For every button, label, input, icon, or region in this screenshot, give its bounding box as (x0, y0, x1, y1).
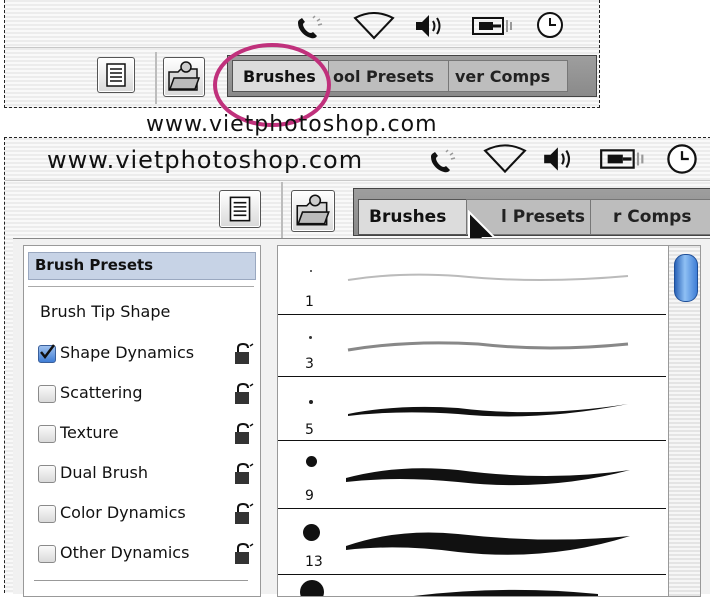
battery-icon[interactable] (599, 146, 651, 172)
checkbox-unchecked[interactable] (38, 505, 56, 523)
file-browser-button[interactable] (291, 190, 335, 232)
brush-size: 3 (305, 356, 314, 372)
checkbox-unchecked[interactable] (38, 385, 56, 403)
brush-tip-shape-item[interactable]: Brush Tip Shape (24, 298, 260, 328)
panel-divider (5, 180, 710, 181)
file-browser-button[interactable] (163, 57, 205, 97)
bottom-panel: www.vietphotoshop.com Brushes l Presets … (4, 137, 710, 597)
folder-icon (296, 194, 330, 226)
clock-icon[interactable] (535, 10, 565, 40)
option-other-dynamics[interactable]: Other Dynamics (24, 534, 260, 574)
option-label: Texture (60, 423, 119, 442)
brush-stroke-preview (346, 468, 630, 486)
brushes-content: Brush Presets Brush Tip Shape Shape Dyna… (13, 238, 710, 597)
tab-label: l Presets (501, 207, 586, 227)
checkbox-unchecked[interactable] (38, 425, 56, 443)
tab-label: r Comps (613, 207, 692, 227)
battery-icon[interactable] (471, 14, 519, 38)
brush-size: 13 (305, 554, 323, 570)
brush-stroke-preview (347, 273, 629, 281)
options-divider (34, 580, 248, 581)
volume-icon[interactable] (413, 12, 449, 40)
volume-icon[interactable] (541, 144, 579, 174)
watermark: www.vietphotoshop.com (146, 112, 438, 137)
scrollbar-thumb[interactable] (674, 254, 698, 302)
document-icon (229, 196, 251, 222)
lock-icon[interactable] (232, 462, 254, 486)
brush-stroke-preview (348, 404, 628, 417)
option-texture[interactable]: Texture (24, 414, 260, 454)
brush-row-partial[interactable] (278, 576, 666, 596)
brush-row-5[interactable]: 5 (278, 378, 666, 441)
option-label: Scattering (60, 383, 143, 402)
checkbox-unchecked[interactable] (38, 545, 56, 563)
checkbox-checked[interactable] (38, 344, 56, 363)
clock-icon[interactable] (665, 142, 699, 176)
option-dual-brush[interactable]: Dual Brush (24, 454, 260, 494)
brush-tip-dot (300, 580, 324, 596)
brush-presets-label: Brush Presets (35, 256, 154, 274)
vertical-divider (155, 52, 157, 104)
brush-tip-dot (309, 336, 312, 339)
option-scattering[interactable]: Scattering (24, 374, 260, 414)
palette-menu-button[interactable] (97, 57, 135, 93)
lock-icon[interactable] (232, 422, 254, 446)
panel-watermark: www.vietphotoshop.com (47, 146, 364, 174)
tab-bar: Brushes l Presets r Comps (353, 188, 710, 236)
option-label: Dual Brush (60, 463, 148, 482)
lock-icon[interactable] (232, 542, 254, 566)
vertical-divider (281, 182, 283, 238)
folder-icon (168, 61, 201, 91)
brush-tip-dot (306, 456, 317, 467)
brush-row-9[interactable]: 9 (278, 442, 666, 509)
brush-stroke-preview (346, 532, 630, 555)
brush-stroke-preview (347, 341, 629, 352)
brush-row-13[interactable]: 13 (278, 510, 666, 575)
brush-tip-dot (310, 270, 312, 272)
brush-size: 5 (305, 422, 314, 438)
vertical-scrollbar[interactable] (668, 246, 700, 596)
brush-tip-shape-label: Brush Tip Shape (40, 302, 171, 321)
tab-brushes[interactable]: Brushes (358, 199, 474, 235)
brush-preset-list: 1 3 5 9 13 (277, 245, 701, 597)
tab-layer-comps[interactable]: ver Comps (448, 60, 568, 92)
brush-presets-header[interactable]: Brush Presets (28, 252, 256, 280)
option-shape-dynamics[interactable]: Shape Dynamics (24, 334, 260, 374)
tab-tool-presets[interactable]: ool Presets (328, 60, 450, 92)
phone-icon[interactable] (425, 146, 461, 178)
palette-menu-button[interactable] (219, 190, 261, 228)
brush-options-list: Brush Presets Brush Tip Shape Shape Dyna… (23, 245, 261, 597)
option-color-dynamics[interactable]: Color Dynamics (24, 494, 260, 534)
document-icon (106, 63, 126, 87)
brush-row-3[interactable]: 3 (278, 316, 666, 377)
checkbox-unchecked[interactable] (38, 465, 56, 483)
lock-icon[interactable] (232, 342, 254, 366)
option-label: Color Dynamics (60, 503, 186, 522)
tab-label: ool Presets (333, 66, 435, 86)
tab-layer-comps[interactable]: r Comps (590, 199, 710, 235)
wifi-icon[interactable] (353, 12, 395, 40)
lock-icon[interactable] (232, 382, 254, 406)
brush-tip-dot (303, 524, 320, 541)
wifi-icon[interactable] (483, 144, 527, 174)
option-label: Shape Dynamics (60, 343, 195, 362)
brush-row-1[interactable]: 1 (278, 246, 666, 315)
lock-icon[interactable] (232, 502, 254, 526)
tab-label: ver Comps (455, 66, 551, 86)
option-label: Other Dynamics (60, 543, 190, 562)
options-divider (28, 286, 254, 287)
brush-size: 9 (305, 488, 314, 504)
brush-tip-dot (309, 400, 313, 404)
checkmark-icon (40, 344, 55, 360)
tab-label: Brushes (369, 207, 447, 227)
brush-size: 1 (305, 294, 314, 310)
brush-stroke-preview (413, 589, 598, 596)
